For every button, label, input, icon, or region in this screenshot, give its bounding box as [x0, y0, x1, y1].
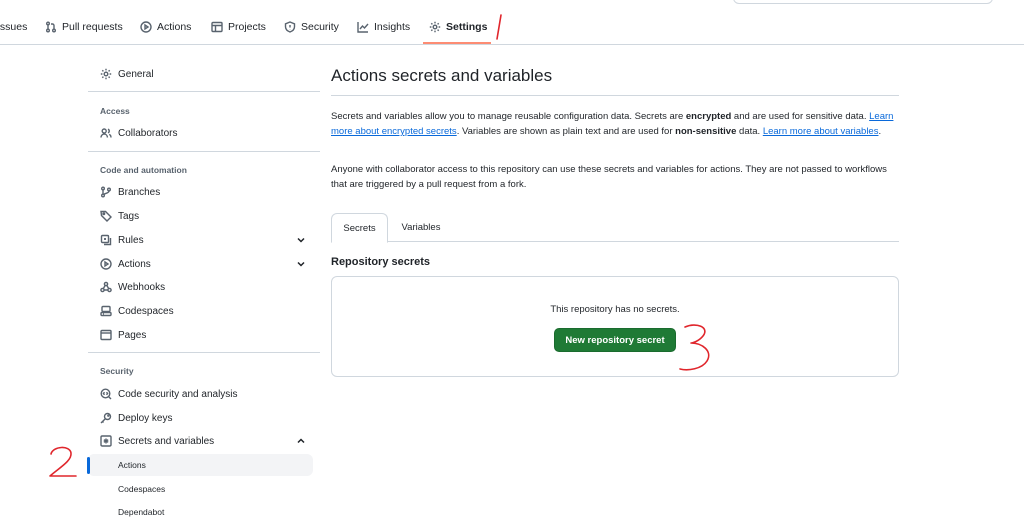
annotation-mark-1: [493, 12, 505, 45]
sidebar-active-indicator: [87, 457, 90, 474]
sidebar-item-label: Pages: [118, 329, 147, 341]
tab-settings[interactable]: Settings: [429, 18, 487, 36]
people-icon: [100, 128, 112, 138]
tab-projects[interactable]: Projects: [211, 18, 266, 36]
sidebar-item-pages[interactable]: Pages: [100, 329, 146, 341]
sidebar-item-collaborators[interactable]: Collaborators: [100, 127, 177, 139]
sidebar-item-branches[interactable]: Branches: [100, 186, 160, 198]
empty-state-box: This repository has no secrets. New repo…: [331, 276, 899, 377]
chevron-down-icon[interactable]: [296, 259, 306, 269]
gear-icon: [100, 68, 112, 80]
learn-more-variables-link[interactable]: Learn more about variables: [763, 126, 879, 137]
page-title: Actions secrets and variables: [331, 66, 553, 85]
sidebar-divider: [88, 91, 320, 92]
table-icon: [211, 21, 223, 33]
sidebar-item-codespaces[interactable]: Codespaces: [100, 305, 174, 317]
tab-security-label: Security: [301, 21, 339, 33]
sidebar-heading-access: Access: [100, 106, 130, 116]
sidebar-divider: [88, 352, 320, 353]
sidebar-item-label: Codespaces: [118, 305, 174, 317]
webhook-icon: [100, 281, 112, 293]
sidebar-item-general[interactable]: General: [100, 68, 154, 80]
secrets-variables-tabs: Secrets Variables: [331, 213, 899, 243]
sidebar-item-label: Code security and analysis: [118, 388, 238, 400]
chevron-up-icon[interactable]: [296, 436, 306, 446]
sidebar-item-label: Webhooks: [118, 281, 166, 293]
play-icon: [100, 258, 112, 270]
sidebar-item-deploy-keys[interactable]: Deploy keys: [100, 412, 172, 424]
browser-icon: [100, 329, 112, 341]
intro-bold: non-sensitive: [675, 126, 737, 137]
sidebar-heading-security: Security: [100, 366, 134, 376]
intro-text: Secrets and variables allow you to manag…: [331, 111, 686, 122]
play-icon: [140, 21, 152, 33]
sidebar-item-label: Secrets and variables: [118, 435, 215, 447]
access-note: Anyone with collaborator access to this …: [331, 164, 887, 190]
intro-text: . Variables are shown as plain text and …: [456, 126, 676, 137]
sidebar-item-tags[interactable]: Tags: [100, 210, 139, 222]
sidebar-subitem-actions[interactable]: Actions: [118, 460, 146, 470]
sidebar-item-label: Tags: [118, 210, 140, 222]
tab-settings-label: Settings: [446, 21, 488, 33]
tag-icon: [100, 210, 112, 222]
tab-security[interactable]: Security: [284, 18, 339, 36]
tab-actions[interactable]: Actions: [140, 18, 191, 36]
graph-icon: [357, 22, 369, 33]
intro-paragraph: Secrets and variables allow you to manag…: [331, 109, 899, 139]
new-repository-secret-button[interactable]: New repository secret: [554, 328, 676, 352]
asterisk-box-icon: [100, 435, 112, 447]
tab-pull-requests-label: Pull requests: [62, 21, 123, 33]
sidebar-subitem-codespaces[interactable]: Codespaces: [118, 484, 165, 494]
title-divider: [331, 95, 899, 96]
sidebar-divider: [88, 151, 320, 152]
tab-projects-label: Projects: [228, 21, 266, 33]
annotation-mark-2: [44, 442, 80, 485]
codespaces-icon: [100, 305, 112, 317]
selected-tab-underline: [423, 42, 491, 44]
tab-insights-label: Insights: [374, 21, 411, 33]
repo-navigation: Issues Pull requests Actions Projects Se…: [0, 0, 1024, 45]
pull-request-icon: [46, 21, 56, 33]
sidebar-item-actions[interactable]: Actions: [100, 258, 151, 270]
tab-insights[interactable]: Insights: [357, 18, 410, 36]
sidebar-item-label: Branches: [118, 186, 161, 198]
chevron-down-icon[interactable]: [296, 235, 306, 245]
intro-bold: encrypted: [685, 111, 732, 122]
annotation-mark-3: [676, 321, 718, 376]
sidebar-item-label: Actions: [118, 258, 151, 270]
sidebar-subitem-dependabot[interactable]: Dependabot: [118, 507, 164, 517]
intro-text: data.: [736, 126, 763, 137]
gear-icon: [429, 21, 441, 33]
tab-secrets[interactable]: Secrets: [331, 213, 388, 243]
rules-icon: [100, 234, 112, 246]
intro-text: and are used for sensitive data.: [731, 111, 870, 122]
section-title: Repository secrets: [331, 256, 431, 268]
sidebar-item-secrets-variables[interactable]: Secrets and variables: [100, 435, 214, 447]
shield-icon: [284, 21, 296, 33]
sidebar-item-label: Collaborators: [118, 127, 178, 139]
tab-variables[interactable]: Variables: [391, 213, 451, 242]
sidebar-heading-code-automation: Code and automation: [100, 165, 187, 175]
intro-text: .: [878, 126, 882, 137]
tab-issues[interactable]: Issues: [0, 18, 27, 36]
branch-icon: [101, 186, 111, 198]
empty-state-text: This repository has no secrets.: [550, 304, 680, 315]
sidebar-item-rules[interactable]: Rules: [100, 234, 144, 246]
sidebar-item-label: Rules: [118, 234, 144, 246]
key-icon: [100, 412, 112, 424]
tab-actions-label: Actions: [157, 21, 192, 33]
tab-issues-label: Issues: [0, 21, 28, 33]
sidebar-item-webhooks[interactable]: Webhooks: [100, 281, 165, 293]
sidebar-item-code-security[interactable]: Code security and analysis: [100, 388, 238, 400]
sidebar-item-label: General: [118, 68, 154, 80]
codescan-icon: [100, 388, 112, 400]
tab-pull-requests[interactable]: Pull requests: [45, 18, 123, 36]
sidebar-item-label: Deploy keys: [118, 412, 173, 424]
